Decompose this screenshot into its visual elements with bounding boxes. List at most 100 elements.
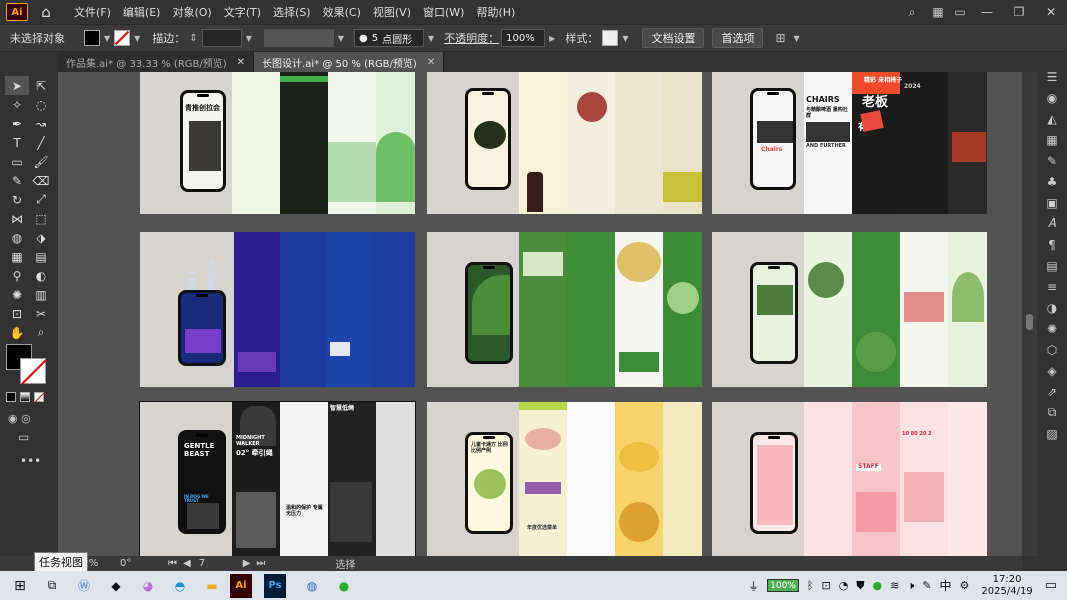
menu-select[interactable]: 选择(S) [267, 4, 317, 20]
shield-icon[interactable]: ⛊ [856, 579, 864, 593]
export-icon[interactable]: ⇗ [1047, 381, 1057, 402]
chevron-down-icon[interactable]: ▼ [794, 34, 800, 43]
variable-width-profile[interactable] [263, 29, 334, 47]
chevron-down-icon[interactable]: ▼ [428, 34, 434, 43]
artboard-4[interactable]: 一路向上 点亮星辰 [140, 232, 415, 387]
artboard-2[interactable] [427, 72, 702, 214]
clock[interactable]: 17:20 2025/4/19 [981, 574, 1032, 598]
artboard-5[interactable] [427, 232, 702, 387]
artboards-panel-icon[interactable]: ⧉ [1048, 402, 1057, 423]
gradient-icon[interactable]: ▤ [29, 247, 53, 266]
blend-icon[interactable]: ◐ [29, 266, 53, 285]
paragraph-icon[interactable]: ¶ [1048, 234, 1056, 255]
chevron-down-icon[interactable]: ▼ [104, 34, 110, 43]
wifi-icon[interactable]: ≋ [890, 579, 899, 592]
symbols-icon[interactable]: ♣ [1047, 171, 1058, 192]
style-swatch[interactable] [602, 30, 619, 46]
next-artboard-icon[interactable]: ▶ [243, 558, 251, 569]
scroll-thumb[interactable] [1026, 314, 1033, 330]
menu-view[interactable]: 视图(V) [367, 4, 417, 20]
last-artboard-icon[interactable]: ⏭ [256, 558, 265, 569]
document-settings-button[interactable]: 文档设置 [642, 28, 705, 48]
chevron-down-icon[interactable]: ▼ [622, 34, 628, 43]
menu-file[interactable]: 文件(F) [68, 4, 117, 20]
rotate-icon[interactable]: ↻ [5, 190, 29, 209]
eraser-icon[interactable]: ⌫ [29, 171, 53, 190]
libraries-icon[interactable]: ▨ [1046, 423, 1057, 444]
power-plug-icon[interactable]: ⏚ [748, 578, 759, 594]
menu-help[interactable]: 帮助(H) [470, 4, 521, 20]
width-tool-icon[interactable]: ⋈ [5, 209, 29, 228]
canvas-area[interactable]: 青推创拉会 精彩 来相椅子 老板 2024 有一 CHAIRS 与精酿啤酒 重构… [58, 72, 1022, 556]
scale-icon[interactable]: ⤢ [29, 190, 53, 209]
properties-icon[interactable]: ☰ [1047, 66, 1058, 87]
bluetooth-icon[interactable]: ᛒ [807, 579, 814, 592]
color-mode-icon[interactable] [6, 392, 16, 402]
paintbrush-icon[interactable]: 🖌 [29, 152, 53, 171]
stroke-width-field[interactable] [201, 29, 242, 47]
close-icon[interactable]: ✕ [427, 57, 435, 68]
close-icon[interactable]: ✕ [1035, 5, 1067, 19]
chevron-down-icon[interactable]: ▼ [134, 34, 140, 43]
task-view-icon[interactable]: ⧉ [38, 574, 66, 598]
wechat-icon[interactable]: ● [330, 574, 358, 598]
menu-edit[interactable]: 编辑(E) [117, 4, 167, 20]
ime-indicator[interactable]: 中 [940, 577, 952, 594]
color-guide-icon[interactable]: ◭ [1047, 108, 1056, 129]
slice-icon[interactable]: ✂ [29, 304, 53, 323]
color-icon[interactable]: ◉ [1047, 87, 1057, 108]
gradient-panel-icon[interactable]: ▤ [1046, 255, 1057, 276]
notification-icon[interactable]: ▭ [1045, 578, 1057, 593]
none-mode-icon[interactable] [34, 392, 45, 403]
arrange-icon[interactable]: ⊞ [775, 31, 785, 45]
menu-effect[interactable]: 效果(C) [317, 4, 367, 20]
minimize-icon[interactable]: — [971, 5, 1003, 19]
appearance-icon[interactable]: ✺ [1047, 318, 1057, 339]
draw-mode-icon[interactable]: ◉ ◎ [8, 412, 31, 425]
app-tray-icon[interactable]: ◔ [839, 579, 849, 592]
eyedropper-icon[interactable]: ⚲ [5, 266, 29, 285]
cat-app-icon[interactable]: ◕ [134, 574, 162, 598]
rectangle-tool-icon[interactable]: ▭ [5, 152, 29, 171]
gradient-mode-icon[interactable] [20, 392, 30, 402]
window-icon[interactable]: ▭ [949, 5, 971, 19]
artboard-7-selected[interactable]: MIDNIGHT WALKER 02° 牵引绳 温和的保护 专属无压力 智慧低绳… [139, 401, 416, 556]
rotation-angle[interactable]: 0° [120, 558, 160, 569]
tab-long-image[interactable]: 长图设计.ai* @ 50 % (RGB/预览) ✕ [254, 52, 445, 72]
transparency-icon[interactable]: ◑ [1047, 297, 1057, 318]
free-transform-icon[interactable]: ⬚ [29, 209, 53, 228]
type-tool-icon[interactable]: T [5, 133, 29, 152]
close-icon[interactable]: ✕ [237, 57, 245, 68]
more-tools-icon[interactable]: ••• [20, 454, 41, 468]
pen-icon[interactable]: ✎ [922, 579, 931, 592]
shape-builder-icon[interactable]: ◍ [5, 228, 29, 247]
curvature-icon[interactable]: ↝ [29, 114, 53, 133]
search-icon[interactable]: ⌕ [897, 5, 927, 20]
layers-icon[interactable]: ◈ [1047, 360, 1056, 381]
menu-type[interactable]: 文字(T) [218, 4, 267, 20]
browser-icon[interactable]: ◍ [298, 574, 326, 598]
screenshot-icon[interactable]: ⊡ [821, 579, 830, 592]
first-artboard-icon[interactable]: ⏮ [168, 558, 177, 569]
opacity-label[interactable]: 不透明度： [444, 30, 499, 46]
pen-tool-icon[interactable]: ✒ [5, 114, 29, 133]
chevron-right-icon[interactable]: ▶ [549, 34, 555, 43]
tab-portfolio[interactable]: 作品集.ai* @ 33.33 % (RGB/预览) ✕ [58, 52, 255, 72]
hand-tool-icon[interactable]: ✋ [5, 323, 29, 342]
stepper-icon[interactable]: ⇕ [189, 33, 197, 44]
artboard-8[interactable]: 年度优选菜单 儿童卡通方 比例比例产例 [427, 402, 702, 556]
screen-mode-icon[interactable]: ▭ [18, 430, 29, 444]
chevron-down-icon[interactable]: ▼ [338, 34, 344, 43]
selection-tool-icon[interactable]: ➤ [5, 76, 29, 95]
battery-indicator[interactable]: 100% [767, 579, 799, 592]
edge-icon[interactable]: ◓ [166, 574, 194, 598]
preferences-button[interactable]: 首选项 [712, 28, 764, 48]
menu-object[interactable]: 对象(O) [166, 4, 217, 20]
artboard-9[interactable]: STAFF 10 80 20 2 [712, 402, 987, 556]
app-w-icon[interactable]: Ⓦ [70, 574, 98, 598]
line-tool-icon[interactable]: ╱ [29, 133, 53, 152]
artboard-3[interactable]: 精彩 来相椅子 老板 2024 有一 CHAIRS 与精酿啤酒 重构社群 AND… [712, 72, 987, 214]
layout-icon[interactable]: ▦ [927, 5, 949, 19]
perspective-icon[interactable]: ⬗ [29, 228, 53, 247]
artboard-6[interactable] [712, 232, 987, 387]
